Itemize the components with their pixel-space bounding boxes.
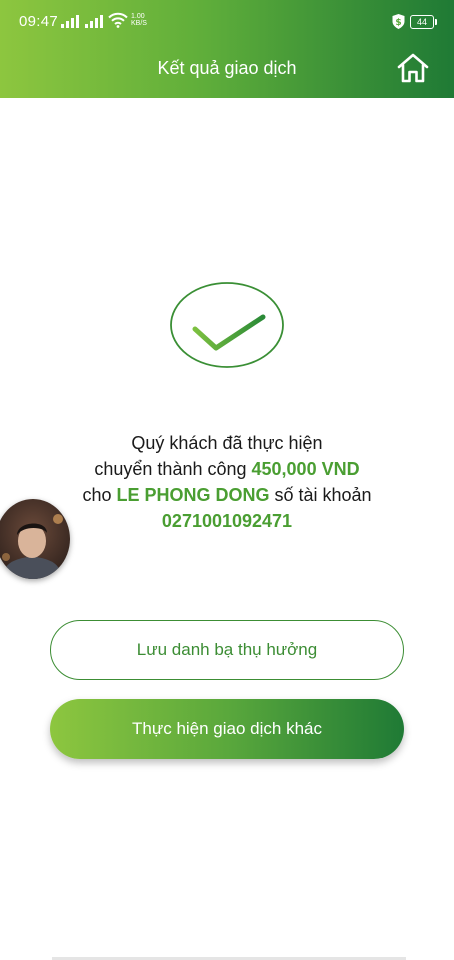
check-circle-icon: [170, 282, 284, 368]
app-header: 09:47 1.00 KB/S $ 44 Kết quả giao dịch: [0, 0, 454, 98]
result-line-3: cho LE PHONG DONG số tài khoản: [82, 485, 372, 505]
svg-text:$: $: [395, 18, 401, 28]
battery-icon: 44: [410, 15, 437, 29]
transaction-result-message: Quý khách đã thực hiện chuyển thành công…: [20, 430, 434, 534]
transfer-amount: 450,000 VND: [251, 459, 360, 479]
result-line-2: chuyển thành công 450,000 VND: [94, 459, 360, 479]
account-number: 0271001092471: [161, 511, 293, 531]
new-transaction-button[interactable]: Thực hiện giao dịch khác: [50, 699, 404, 759]
save-beneficiary-button[interactable]: Lưu danh bạ thụ hưởng: [50, 620, 404, 680]
status-bar: 09:47 1.00 KB/S $ 44: [0, 0, 454, 36]
result-line-1: Quý khách đã thực hiện: [131, 433, 323, 453]
shield-icon: $: [392, 14, 405, 29]
signal-icon: [61, 14, 79, 28]
recipient-name: LE PHONG DONG: [116, 485, 270, 505]
floating-avatar[interactable]: [0, 499, 70, 579]
page-title: Kết quả giao dịch: [157, 58, 297, 78]
signal-icon: [85, 14, 103, 28]
network-speed: 1.00 KB/S: [131, 13, 147, 27]
wifi-icon: [108, 12, 128, 28]
home-icon[interactable]: [396, 52, 430, 84]
status-time: 09:47: [19, 13, 59, 30]
